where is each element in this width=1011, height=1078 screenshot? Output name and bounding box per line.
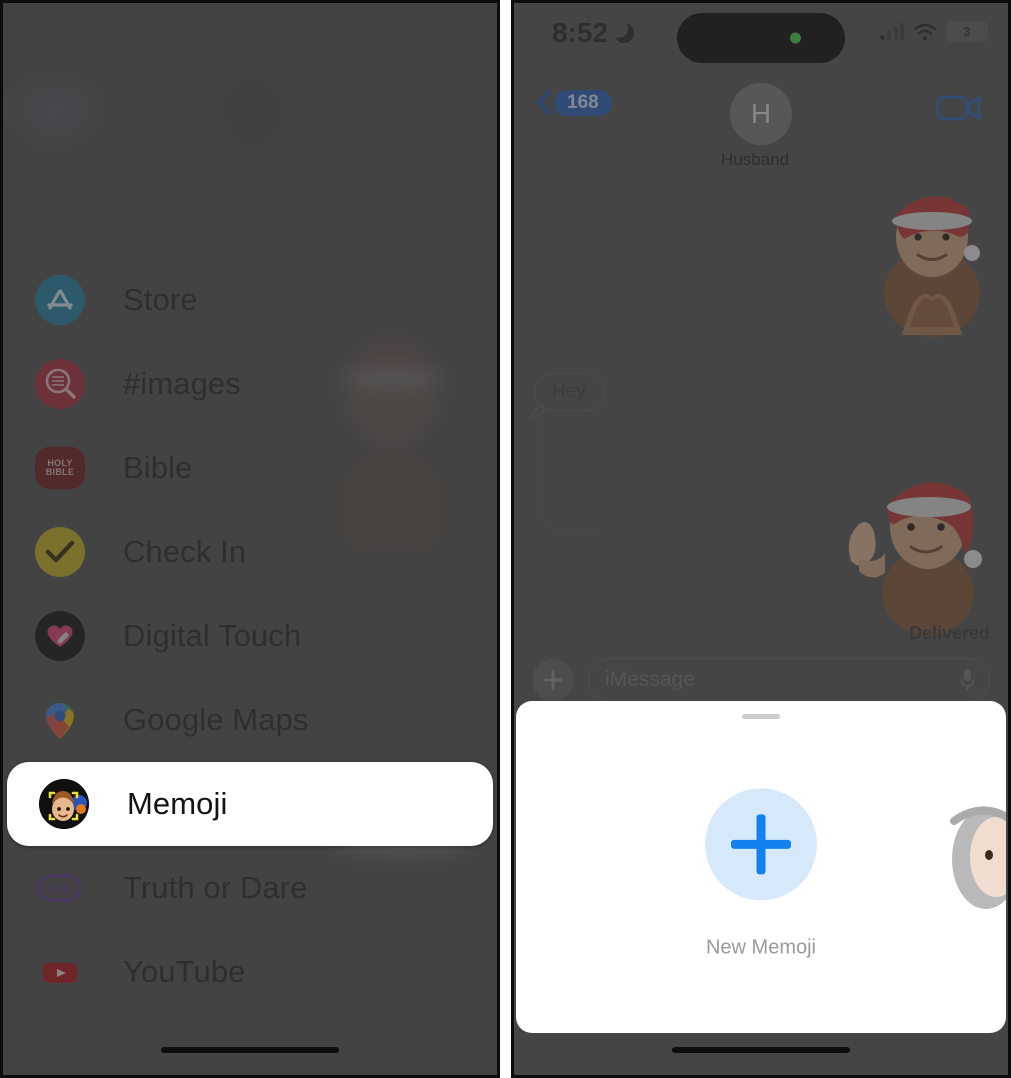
wifi-icon (913, 23, 937, 41)
left-phone-frame: Store #images HOLY BIBLE Bible Check In … (0, 0, 500, 1078)
crescent-moon-icon (609, 19, 635, 43)
message-input[interactable]: iMessage (588, 658, 990, 702)
sheet-grabber-handle[interactable] (742, 714, 780, 719)
app-row-memoji[interactable]: Memoji (7, 762, 493, 846)
left-phone-screen: Store #images HOLY BIBLE Bible Check In … (3, 3, 497, 1075)
check-in-icon (35, 527, 85, 577)
memoji-santa-heart-hands-sticker[interactable] (862, 175, 1002, 345)
time-text: 8:52 (552, 17, 609, 48)
blur-blob (25, 95, 85, 125)
add-attachment-button[interactable] (532, 659, 574, 701)
cellular-bars-icon (879, 23, 904, 40)
truth-or-dare-icon: T&D (35, 863, 85, 913)
dynamic-island (677, 13, 845, 63)
right-phone-frame: 8:52 3 168 H Husband Hey Delivered iMess… (511, 0, 1011, 1078)
app-row-youtube[interactable]: YouTube (3, 930, 497, 1014)
app-label: YouTube (123, 954, 246, 989)
conversation-nav-bar: 168 H Husband (514, 65, 1008, 173)
app-label: Memoji (127, 786, 228, 821)
incoming-message-bubble[interactable]: Hey (534, 373, 604, 411)
blur-blob (371, 175, 443, 209)
contact-name: Husband (720, 150, 802, 170)
app-label: Store (123, 282, 198, 317)
reply-thread-line (536, 413, 597, 534)
blurred-conversation-header (3, 3, 497, 243)
right-phone-screen: 8:52 3 168 H Husband Hey Delivered iMess… (514, 3, 1008, 1075)
memoji-santa-thumbs-up-sticker[interactable] (833, 455, 1008, 635)
app-row-truth-or-dare[interactable]: T&D Truth or Dare (3, 846, 497, 930)
blur-blob (435, 95, 475, 115)
app-row-google-maps[interactable]: Google Maps (3, 678, 497, 762)
google-maps-icon (35, 695, 85, 745)
chevron-left-icon (536, 89, 552, 117)
unread-count-badge: 168 (554, 90, 612, 116)
app-label: Bible (123, 450, 193, 485)
status-bar: 8:52 3 (514, 3, 1008, 65)
status-bar-time: 8:52 (552, 17, 635, 49)
contact-header[interactable]: H Husband (720, 83, 802, 170)
app-label: Check In (123, 534, 247, 569)
blur-blob (220, 138, 276, 160)
avatar: H (730, 83, 792, 145)
memoji-icon (39, 779, 89, 829)
panel-gap (500, 0, 511, 1078)
contact-name-text: Husband (720, 150, 790, 169)
app-label: Google Maps (123, 702, 309, 737)
facetime-button[interactable] (936, 93, 982, 123)
chevron-down-icon (793, 157, 802, 163)
memoji-gray-hair-partial[interactable] (944, 799, 1006, 924)
new-memoji-label: New Memoji (705, 936, 817, 959)
home-indicator[interactable] (161, 1047, 339, 1053)
recording-indicator-dot (790, 32, 801, 44)
app-row-store[interactable]: Store (3, 258, 497, 342)
plus-icon (705, 788, 817, 901)
holy-bible-icon: HOLY BIBLE (35, 447, 85, 489)
digital-touch-icon (35, 611, 85, 661)
app-label: Truth or Dare (123, 870, 308, 905)
memoji-bottom-sheet: New Memoji (516, 701, 1006, 1033)
youtube-icon (35, 947, 85, 997)
microphone-icon[interactable] (960, 668, 975, 692)
back-button[interactable]: 168 (536, 89, 612, 117)
message-placeholder: iMessage (605, 668, 695, 691)
blur-blob (218, 73, 288, 143)
app-row-digital-touch[interactable]: Digital Touch (3, 594, 497, 678)
dual-phone-screenshot: Store #images HOLY BIBLE Bible Check In … (0, 0, 1011, 1078)
app-label: #images (123, 366, 241, 401)
imessage-app-list: Store #images HOLY BIBLE Bible Check In … (3, 258, 497, 1014)
bible-icon-text: HOLY BIBLE (45, 458, 75, 477)
battery-indicator: 3 (946, 21, 988, 42)
app-store-icon (35, 275, 85, 325)
new-memoji-button[interactable]: New Memoji (705, 788, 817, 959)
home-indicator[interactable] (672, 1047, 850, 1053)
app-row-check-in[interactable]: Check In (3, 510, 497, 594)
images-search-icon (35, 359, 85, 409)
app-row-images[interactable]: #images (3, 342, 497, 426)
app-label: Digital Touch (123, 618, 302, 653)
delivery-status: Delivered (908, 623, 990, 643)
app-row-bible[interactable]: HOLY BIBLE Bible (3, 426, 497, 510)
status-bar-indicators: 3 (879, 21, 988, 42)
svg-text:T&D: T&D (48, 884, 71, 896)
